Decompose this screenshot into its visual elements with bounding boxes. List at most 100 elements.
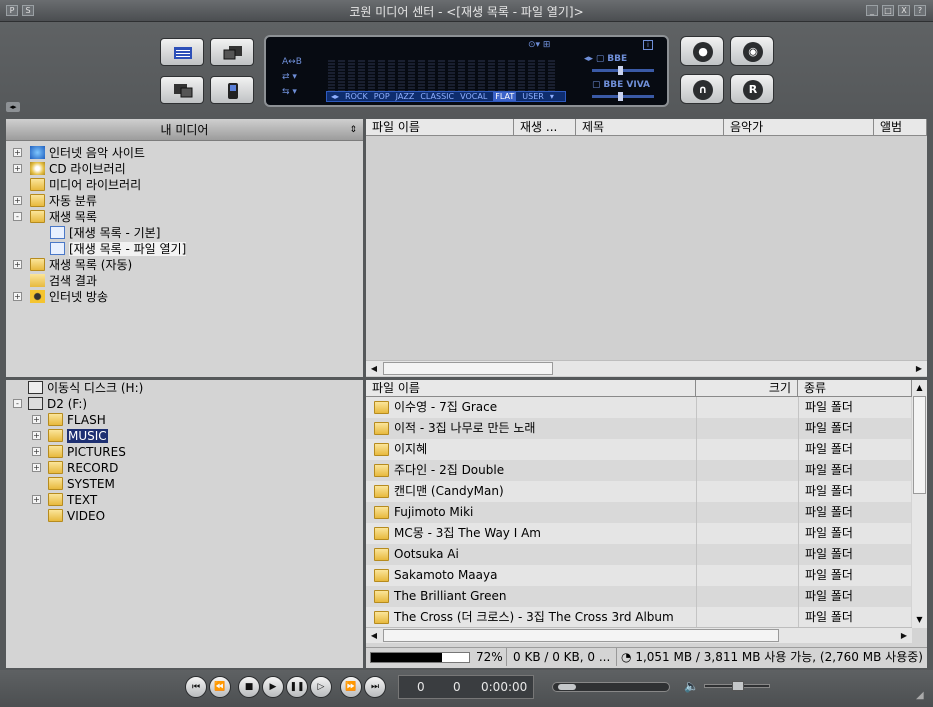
file-row[interactable]: Ootsuka Ai 파일 폴더 bbox=[366, 544, 911, 565]
scroll-thumb[interactable] bbox=[383, 362, 553, 375]
preset-prev-icon[interactable]: ◂▸ bbox=[331, 92, 339, 101]
file-row[interactable]: 주다인 - 2집 Double 파일 폴더 bbox=[366, 460, 911, 481]
expander-icon[interactable]: + bbox=[32, 431, 41, 440]
info-icon[interactable]: i bbox=[643, 40, 653, 50]
bbe-slider-thumb[interactable] bbox=[617, 66, 623, 75]
expander-icon[interactable]: + bbox=[13, 196, 22, 205]
monitor-view-button[interactable] bbox=[210, 38, 254, 66]
playlist-hscroll[interactable]: ◀ ▶ bbox=[366, 360, 927, 376]
eject-button[interactable]: ▷ bbox=[310, 676, 332, 698]
folder-tree-item[interactable]: + RECORD bbox=[32, 460, 118, 476]
resize-grip-icon[interactable]: ◢ bbox=[916, 690, 924, 701]
scroll-thumb[interactable] bbox=[383, 629, 779, 642]
tree-item[interactable]: 검색 결과 bbox=[30, 273, 97, 289]
maximize-button[interactable]: □ bbox=[882, 5, 894, 16]
transfer-view-button[interactable] bbox=[160, 76, 204, 104]
preset-dropdown-icon[interactable]: ▾ bbox=[550, 92, 554, 101]
col-file-name[interactable]: 파일 이름 bbox=[366, 119, 514, 136]
bbe-slider[interactable] bbox=[592, 66, 654, 75]
expander-icon[interactable]: + bbox=[32, 415, 41, 424]
folder-tree-item[interactable]: + FLASH bbox=[32, 412, 106, 428]
expander-icon[interactable]: + bbox=[13, 148, 22, 157]
folder-tree-item[interactable]: + PICTURES bbox=[32, 444, 126, 460]
scroll-left-icon[interactable]: ◀ bbox=[366, 361, 382, 376]
pause-button[interactable]: ❚❚ bbox=[286, 676, 308, 698]
preset-user[interactable]: USER bbox=[522, 92, 544, 101]
repeat-mode-icon[interactable]: ⇄ ▾ bbox=[282, 72, 297, 82]
preset-jazz[interactable]: JAZZ bbox=[396, 92, 415, 101]
expander-icon[interactable]: + bbox=[32, 495, 41, 504]
expander-icon[interactable]: + bbox=[13, 260, 22, 269]
stop-button[interactable]: ■ bbox=[238, 676, 260, 698]
col-type[interactable]: 종류 bbox=[798, 380, 912, 397]
file-row[interactable]: Fujimoto Miki 파일 폴더 bbox=[366, 502, 911, 523]
my-media-header[interactable]: 내 미디어 ⇕ bbox=[6, 119, 363, 141]
file-row[interactable]: Sakamoto Maaya 파일 폴더 bbox=[366, 565, 911, 586]
volume-slider[interactable] bbox=[704, 681, 770, 691]
expander-icon[interactable]: - bbox=[13, 399, 22, 408]
forward-button[interactable]: ⏩ bbox=[340, 676, 362, 698]
help-button[interactable]: ? bbox=[914, 5, 926, 16]
viva-toggle[interactable]: ▢ BBE VIVA bbox=[592, 80, 650, 90]
folder-tree-item[interactable]: SYSTEM bbox=[48, 476, 115, 492]
seek-thumb[interactable] bbox=[557, 684, 576, 690]
tree-item[interactable]: + 인터넷 방송 bbox=[13, 289, 108, 305]
play-button[interactable]: ▶ bbox=[262, 676, 284, 698]
col-album[interactable]: 앨범 bbox=[874, 119, 927, 136]
tree-item[interactable]: 미디어 라이브러리 bbox=[30, 177, 141, 193]
preset-classic[interactable]: CLASSIC bbox=[420, 92, 454, 101]
scroll-right-icon[interactable]: ▶ bbox=[911, 361, 927, 376]
tree-item[interactable]: + 인터넷 음악 사이트 bbox=[13, 145, 145, 161]
tree-item[interactable]: + 재생 목록 (자동) bbox=[13, 257, 132, 273]
device-view-button[interactable] bbox=[210, 76, 254, 104]
folder-tree-item[interactable]: 이동식 디스크 (H:) bbox=[28, 380, 143, 396]
folder-tree-item[interactable]: + MUSIC bbox=[32, 428, 108, 444]
volume-thumb[interactable] bbox=[732, 681, 744, 691]
file-row[interactable]: 캔디맨 (CandyMan) 파일 폴더 bbox=[366, 481, 911, 502]
col-size[interactable]: 크기 bbox=[696, 380, 798, 397]
expander-icon[interactable]: + bbox=[32, 447, 41, 456]
seek-bar[interactable] bbox=[552, 682, 670, 692]
expander-icon[interactable]: + bbox=[13, 164, 22, 173]
file-row[interactable]: 이수영 - 7집 Grace 파일 폴더 bbox=[366, 397, 911, 418]
file-hscroll[interactable]: ◀ ▶ bbox=[366, 627, 912, 643]
expander-icon[interactable]: + bbox=[13, 292, 22, 301]
tree-item[interactable]: [재생 목록 - 파일 열기] bbox=[50, 241, 187, 257]
bbe-toggle[interactable]: ◂▸ ▢ BBE bbox=[584, 54, 627, 64]
cd-rip-button[interactable]: ● bbox=[680, 36, 724, 66]
close-button[interactable]: X bbox=[898, 5, 910, 16]
vscroll-thumb[interactable] bbox=[913, 396, 926, 494]
preset-pop[interactable]: POP bbox=[374, 92, 390, 101]
expander-icon[interactable]: + bbox=[32, 463, 41, 472]
col-artist[interactable]: 음악가 bbox=[724, 119, 874, 136]
burn-button[interactable]: ◉ bbox=[730, 36, 774, 66]
file-vscroll[interactable]: ▲ ▼ bbox=[912, 380, 927, 628]
viva-slider[interactable] bbox=[592, 92, 654, 101]
connect-button[interactable]: ∩ bbox=[680, 74, 724, 104]
shuffle-mode-icon[interactable]: ⇆ ▾ bbox=[282, 87, 297, 97]
minimize-button[interactable]: _ bbox=[866, 5, 878, 16]
col-name[interactable]: 파일 이름 bbox=[366, 380, 696, 397]
preset-flat[interactable]: FLAT bbox=[493, 92, 517, 101]
folder-tree-item[interactable]: VIDEO bbox=[48, 508, 105, 524]
library-view-button[interactable] bbox=[160, 38, 204, 66]
viva-slider-thumb[interactable] bbox=[617, 92, 623, 101]
toggle-panel-icon[interactable]: ◂▸ bbox=[6, 102, 20, 112]
radio-button[interactable]: R bbox=[730, 74, 774, 104]
ab-repeat-button[interactable]: A↔B bbox=[282, 57, 302, 67]
first-track-button[interactable]: ⏮ bbox=[185, 676, 207, 698]
scroll-down-icon[interactable]: ▼ bbox=[912, 612, 927, 627]
expander-icon[interactable]: - bbox=[13, 212, 22, 221]
folder-tree-item[interactable]: + TEXT bbox=[32, 492, 97, 508]
scroll-left-icon[interactable]: ◀ bbox=[366, 628, 382, 643]
file-row[interactable]: 이지혜 파일 폴더 bbox=[366, 439, 911, 460]
col-title[interactable]: 제목 bbox=[576, 119, 724, 136]
scroll-up-icon[interactable]: ▲ bbox=[912, 380, 927, 395]
tree-item[interactable]: + CD 라이브러리 bbox=[13, 161, 126, 177]
eq-settings-icon[interactable]: ⊙▾ ⊞ bbox=[528, 40, 550, 50]
preset-vocal[interactable]: VOCAL bbox=[460, 92, 487, 101]
file-row[interactable]: 이적 - 3집 나무로 만든 노래 파일 폴더 bbox=[366, 418, 911, 439]
tree-item[interactable]: - 재생 목록 bbox=[13, 209, 97, 225]
volume-icon[interactable]: 🔈 bbox=[684, 679, 699, 693]
file-row[interactable]: The Cross (더 크로스) - 3집 The Cross 3rd Alb… bbox=[366, 607, 911, 628]
